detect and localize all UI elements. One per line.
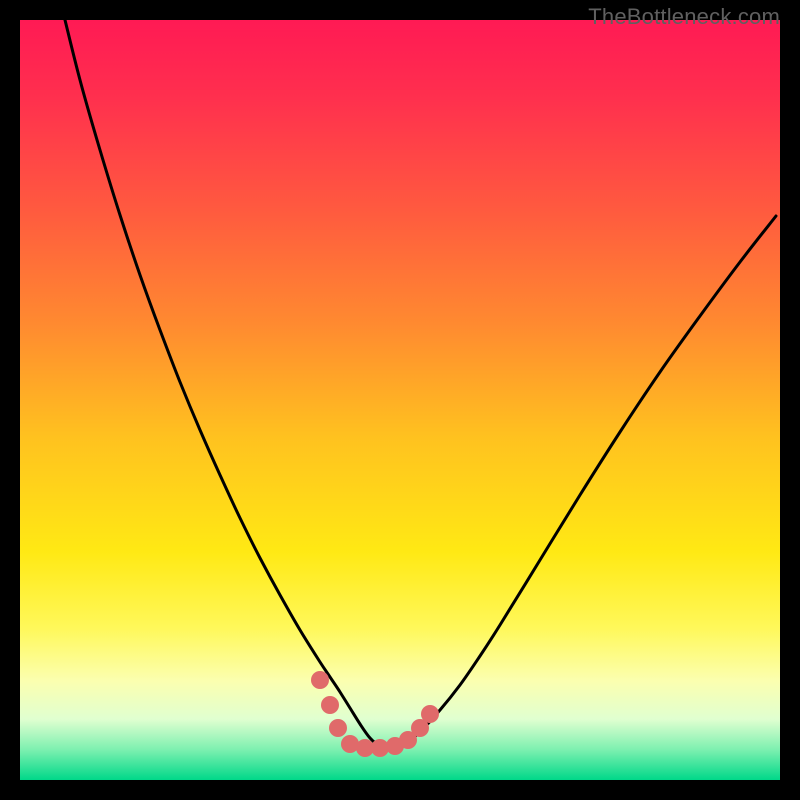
plot-area [20,20,780,780]
curve-layer [20,20,780,780]
curve-marker-point [311,671,329,689]
curve-markers [311,671,439,757]
curve-marker-point [421,705,439,723]
watermark-label: TheBottleneck.com [588,4,780,30]
chart-frame: TheBottleneck.com [0,0,800,800]
bottleneck-curve [65,20,776,748]
curve-marker-point [321,696,339,714]
curve-marker-point [329,719,347,737]
